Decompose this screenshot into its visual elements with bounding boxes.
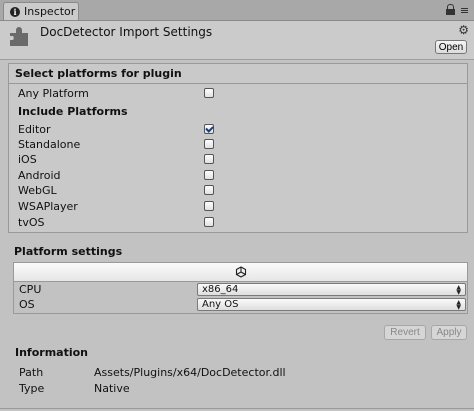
platform-row-wsaplayer: WSAPlayer <box>18 199 78 213</box>
select-arrows-icon: ▲ ▼ <box>456 299 461 311</box>
platform-label: Editor <box>18 122 51 136</box>
information-title: Information <box>15 346 88 359</box>
platforms-panel: Select platforms for plugin Any Platform… <box>8 63 468 233</box>
platform-row-tvos: tvOS <box>18 215 44 229</box>
any-platform-row: Any Platform <box>18 86 89 100</box>
platform-label: WebGL <box>18 183 57 197</box>
plugin-icon <box>10 27 28 46</box>
gear-icon[interactable]: ⚙ <box>458 23 469 37</box>
platform-settings-box: CPU x86_64 ▲ ▼ OS Any OS ▲ ▼ <box>13 262 468 314</box>
type-label: Type <box>19 382 45 395</box>
platform-row-webgl: WebGL <box>18 183 57 197</box>
platform-checkbox-android[interactable] <box>204 170 214 180</box>
platform-row-android: Android <box>18 168 61 182</box>
os-label: OS <box>19 298 35 311</box>
cpu-value: x86_64 <box>202 284 239 295</box>
platform-settings-title: Platform settings <box>14 245 123 258</box>
any-platform-checkbox[interactable] <box>204 88 214 98</box>
cpu-select[interactable]: x86_64 ▲ ▼ <box>197 283 466 296</box>
tab-bar: i Inspector <box>0 0 474 21</box>
path-label: Path <box>19 366 44 379</box>
os-select[interactable]: Any OS ▲ ▼ <box>197 298 466 311</box>
platform-checkbox-editor[interactable] <box>204 124 214 134</box>
platform-row-standalone: Standalone <box>18 137 80 151</box>
platform-label: iOS <box>18 152 37 166</box>
tab-inspector-label: Inspector <box>24 5 76 18</box>
tab-inspector[interactable]: i Inspector <box>3 2 79 20</box>
type-value: Native <box>94 382 130 395</box>
platform-label: tvOS <box>18 215 45 229</box>
os-value: Any OS <box>202 299 239 310</box>
lock-icon[interactable] <box>446 4 455 16</box>
tab-menu-icon[interactable] <box>461 7 468 13</box>
platform-tab-editor[interactable] <box>14 263 467 282</box>
divider <box>0 408 474 409</box>
include-platforms-label: Include Platforms <box>18 104 128 118</box>
divider <box>9 83 467 84</box>
unity-icon <box>235 266 246 278</box>
include-platforms-title: Include Platforms <box>18 104 128 118</box>
platform-checkbox-webgl[interactable] <box>204 185 214 195</box>
inspector-header: DocDetector Import Settings ⚙ Open <box>0 21 474 60</box>
select-platforms-title: Select platforms for plugin <box>15 67 182 80</box>
info-icon: i <box>10 6 20 17</box>
revert-button[interactable]: Revert <box>384 325 426 340</box>
apply-button[interactable]: Apply <box>431 325 467 340</box>
path-value: Assets/Plugins/x64/DocDetector.dll <box>94 366 286 379</box>
platform-checkbox-tvos[interactable] <box>204 217 214 227</box>
platform-label: Android <box>18 168 61 182</box>
open-button[interactable]: Open <box>435 40 467 54</box>
platform-row-editor: Editor <box>18 122 51 136</box>
page-title: DocDetector Import Settings <box>40 25 213 39</box>
cpu-label: CPU <box>19 283 42 296</box>
platform-label: Standalone <box>18 137 81 151</box>
platform-checkbox-standalone[interactable] <box>204 139 214 149</box>
platform-checkbox-ios[interactable] <box>204 154 214 164</box>
platform-label: WSAPlayer <box>18 199 78 213</box>
any-platform-label: Any Platform <box>18 86 89 100</box>
platform-checkbox-wsaplayer[interactable] <box>204 201 214 211</box>
select-arrows-icon: ▲ ▼ <box>456 284 461 296</box>
platform-row-ios: iOS <box>18 152 37 166</box>
